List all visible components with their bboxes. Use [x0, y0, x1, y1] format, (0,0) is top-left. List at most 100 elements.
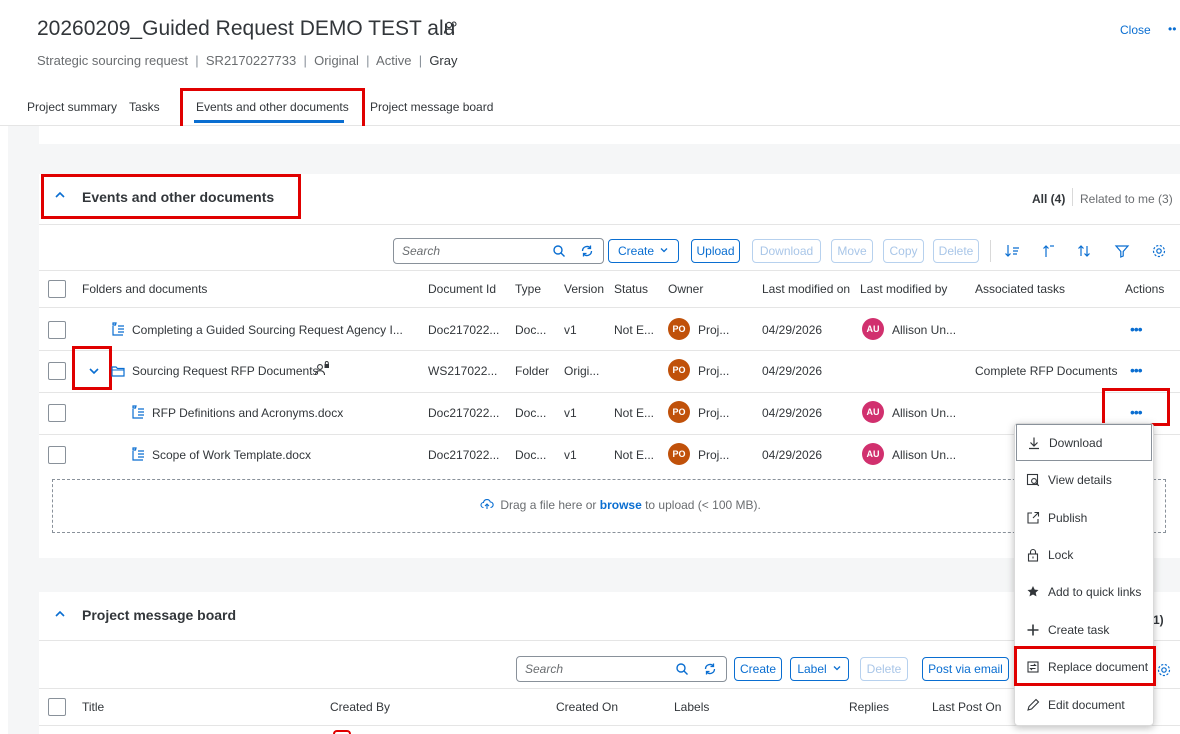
select-all-checkbox[interactable]: [48, 280, 66, 298]
column-header[interactable]: Document Id: [428, 282, 496, 296]
sort-descending-icon[interactable]: [1004, 243, 1020, 262]
post-via-email-button[interactable]: Post via email: [922, 657, 1009, 681]
menu-item-view-details[interactable]: View details: [1016, 461, 1152, 498]
copy-button[interactable]: Copy: [883, 239, 924, 263]
row-divider: [39, 350, 1180, 351]
filter-all[interactable]: All (4): [1032, 192, 1065, 206]
modified-by-link[interactable]: Allison Un...: [892, 406, 956, 420]
column-header[interactable]: Created On: [556, 700, 618, 714]
menu-item-label: Download: [1049, 435, 1103, 450]
move-button[interactable]: Move: [831, 239, 873, 263]
column-header[interactable]: Created By: [330, 700, 390, 714]
star-icon: [1022, 585, 1044, 599]
document-link[interactable]: Scope of Work Template.docx: [152, 448, 311, 462]
sort-icon[interactable]: [1076, 243, 1092, 262]
subtitle-separator: |: [191, 53, 203, 68]
document-id: Doc217022...: [428, 448, 500, 462]
row-actions-button[interactable]: •••: [1130, 362, 1143, 378]
column-header[interactable]: Replies: [849, 700, 889, 714]
column-header[interactable]: Last modified by: [860, 282, 947, 296]
column-header[interactable]: Last Post On: [932, 700, 1001, 714]
modified-by-link[interactable]: Allison Un...: [892, 448, 956, 462]
document-icon: [130, 404, 146, 423]
label-button[interactable]: Label: [790, 657, 849, 681]
download-button[interactable]: Download: [752, 239, 821, 263]
browse-link[interactable]: browse: [600, 498, 642, 512]
delete-button[interactable]: Delete: [933, 239, 979, 263]
document-version: Origi...: [564, 364, 600, 378]
document-version: v1: [564, 406, 577, 420]
owner-link[interactable]: Proj...: [698, 364, 729, 378]
refresh-icon[interactable]: [580, 244, 594, 261]
menu-item-edit-document[interactable]: Edit document: [1016, 686, 1152, 723]
more-options-button[interactable]: ••: [1168, 22, 1176, 36]
column-header[interactable]: Associated tasks: [975, 282, 1065, 296]
refresh-icon[interactable]: [703, 662, 717, 679]
column-header[interactable]: Version: [564, 282, 604, 296]
avatar-edge: [333, 730, 351, 734]
column-header[interactable]: Folders and documents: [82, 282, 207, 296]
sort-ascending-icon[interactable]: [1040, 243, 1056, 262]
row-checkbox[interactable]: [48, 404, 66, 422]
subtitle-type: Strategic sourcing request: [37, 53, 189, 68]
column-header[interactable]: Actions: [1125, 282, 1164, 296]
search-icon[interactable]: [552, 244, 566, 261]
settings-icon[interactable]: [1156, 662, 1172, 681]
column-header[interactable]: Title: [82, 700, 104, 714]
object-header: 20260209_Guided Request DEMO TEST alu St…: [0, 0, 1180, 88]
menu-item-lock[interactable]: Lock: [1016, 536, 1152, 573]
tab-project-message-board[interactable]: Project message board: [370, 100, 493, 114]
row-checkbox[interactable]: [48, 446, 66, 464]
folder-link[interactable]: Sourcing Request RFP Documents: [132, 364, 319, 378]
menu-item-download[interactable]: Download: [1016, 424, 1152, 461]
column-header[interactable]: Labels: [674, 700, 709, 714]
column-header[interactable]: Type: [515, 282, 541, 296]
upload-button[interactable]: Upload: [691, 239, 740, 263]
collapse-chevron-icon[interactable]: [53, 607, 67, 624]
menu-item-label: Create task: [1048, 622, 1110, 637]
create-button[interactable]: Create: [608, 239, 679, 263]
document-link[interactable]: RFP Definitions and Acronyms.docx: [152, 406, 343, 420]
lock-icon: [1022, 548, 1044, 562]
modified-by-link[interactable]: Allison Un...: [892, 323, 956, 337]
row-actions-button[interactable]: •••: [1130, 321, 1143, 337]
view-details-icon: [1022, 473, 1044, 487]
document-icon: [110, 321, 126, 340]
message-search-input[interactable]: Search: [516, 656, 727, 682]
row-checkbox[interactable]: [48, 362, 66, 380]
message-create-button[interactable]: Create: [734, 657, 782, 681]
settings-icon[interactable]: [1151, 243, 1167, 262]
search-input[interactable]: Search: [393, 238, 604, 264]
column-header[interactable]: Status: [614, 282, 648, 296]
document-type: Doc...: [515, 448, 547, 462]
menu-item-label: Add to quick links: [1048, 584, 1142, 599]
associated-task-link[interactable]: Complete RFP Documents: [975, 364, 1118, 378]
filter-icon[interactable]: [1114, 243, 1130, 262]
close-button[interactable]: Close: [1120, 23, 1151, 37]
create-label: Create: [617, 244, 655, 258]
select-all-checkbox[interactable]: [48, 698, 66, 716]
document-link[interactable]: Completing a Guided Sourcing Request Age…: [132, 323, 403, 337]
menu-item-label: View details: [1048, 472, 1112, 487]
column-header[interactable]: Owner: [668, 282, 703, 296]
menu-item-publish[interactable]: Publish: [1016, 499, 1152, 536]
column-header[interactable]: Last modified on: [762, 282, 850, 296]
owner-link[interactable]: Proj...: [698, 406, 729, 420]
label-button-text: Label: [797, 662, 827, 676]
row-checkbox[interactable]: [48, 321, 66, 339]
menu-item-create-task[interactable]: Create task: [1016, 611, 1152, 648]
avatar: AU: [862, 318, 884, 340]
upload-cloud-icon: [480, 498, 494, 513]
avatar: PO: [668, 318, 690, 340]
avatar: PO: [668, 401, 690, 423]
menu-item-add-to-quick-links[interactable]: Add to quick links: [1016, 573, 1152, 610]
document-type: Doc...: [515, 406, 547, 420]
tab-project-summary[interactable]: Project summary: [27, 100, 117, 114]
owner-link[interactable]: Proj...: [698, 448, 729, 462]
tab-tasks[interactable]: Tasks: [129, 100, 160, 114]
message-delete-button[interactable]: Delete: [860, 657, 908, 681]
owner-link[interactable]: Proj...: [698, 323, 729, 337]
search-icon[interactable]: [675, 662, 689, 679]
participants-icon[interactable]: [443, 20, 459, 39]
filter-related-to-me[interactable]: Related to me (3): [1080, 192, 1173, 206]
